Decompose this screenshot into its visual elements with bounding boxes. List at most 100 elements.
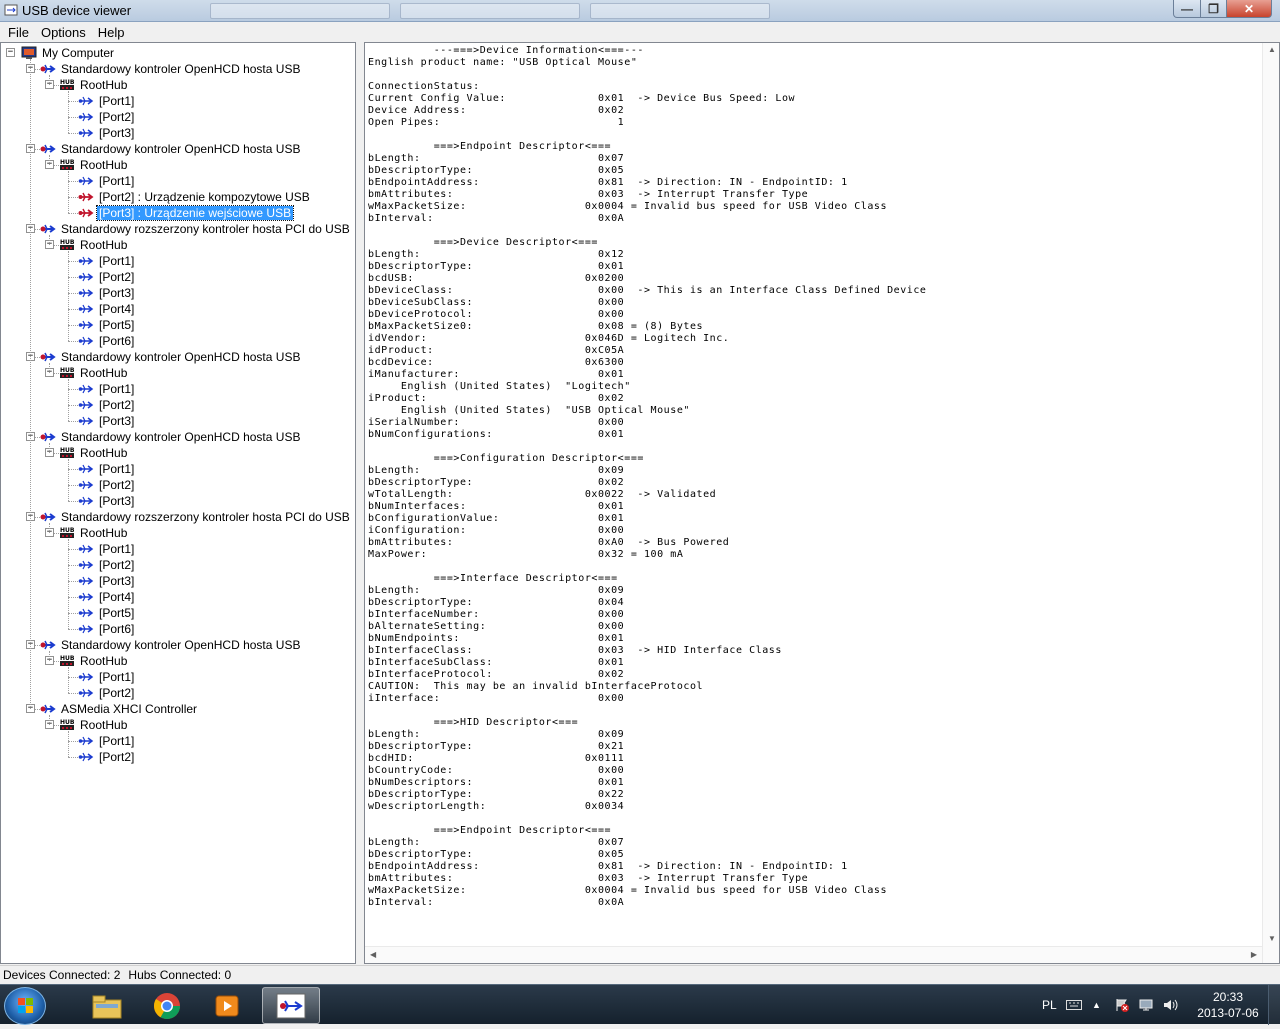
tree-connector bbox=[49, 523, 50, 533]
tree-node[interactable]: [Port1] bbox=[78, 253, 136, 269]
tree-node[interactable]: HUB RootHub bbox=[59, 653, 129, 669]
tree-node[interactable]: Standardowy kontroler OpenHCD hosta USB bbox=[40, 429, 302, 445]
tree-node[interactable]: [Port1] bbox=[78, 461, 136, 477]
tree-node[interactable]: [Port1] bbox=[78, 733, 136, 749]
menu-help[interactable]: Help bbox=[92, 25, 131, 40]
tree-node[interactable]: Standardowy rozszerzony kontroler hosta … bbox=[40, 221, 352, 237]
descriptor-line: bmAttributes: 0x03 -> Interrupt Transfer… bbox=[368, 873, 809, 884]
media-player-taskbar-button[interactable] bbox=[198, 987, 256, 1024]
usb-port-icon bbox=[78, 622, 94, 636]
tree-node[interactable]: HUB RootHub bbox=[59, 525, 129, 541]
tree-node[interactable]: HUB RootHub bbox=[59, 157, 129, 173]
tree-node[interactable]: Standardowy kontroler OpenHCD hosta USB bbox=[40, 637, 302, 653]
scroll-down-arrow-icon[interactable]: ▼ bbox=[1268, 934, 1276, 943]
keyboard-icon[interactable] bbox=[1066, 985, 1082, 1025]
scroll-left-arrow-icon[interactable]: ◀ bbox=[370, 950, 376, 959]
title-bar[interactable]: USB device viewer — ❐ ✕ bbox=[0, 0, 1280, 22]
network-icon[interactable] bbox=[1138, 985, 1154, 1025]
show-desktop-button[interactable] bbox=[1268, 985, 1280, 1025]
hub-icon: HUB bbox=[59, 78, 75, 92]
usb-port-icon bbox=[78, 606, 94, 620]
tree-node[interactable]: [Port1] bbox=[78, 93, 136, 109]
tree-node[interactable]: [Port5] bbox=[78, 317, 136, 333]
tree-node[interactable]: HUB RootHub bbox=[59, 237, 129, 253]
vertical-scrollbar[interactable]: ▲ ▼ bbox=[1262, 43, 1279, 963]
tree-node[interactable]: [Port3] bbox=[78, 413, 136, 429]
tree-node[interactable]: Standardowy kontroler OpenHCD hosta USB bbox=[40, 61, 302, 77]
tree-node[interactable]: [Port2] bbox=[78, 749, 136, 765]
tree-node[interactable]: [Port3] bbox=[78, 573, 136, 589]
tree-node[interactable]: HUB RootHub bbox=[59, 77, 129, 93]
horizontal-scrollbar[interactable]: ◀ ▶ bbox=[365, 946, 1262, 963]
tree-node[interactable]: [Port3] bbox=[78, 493, 136, 509]
maximize-button[interactable]: ❐ bbox=[1200, 0, 1227, 18]
show-hidden-icons-icon[interactable]: ▲ bbox=[1092, 985, 1101, 1025]
scroll-up-arrow-icon[interactable]: ▲ bbox=[1268, 45, 1276, 54]
explorer-taskbar-button[interactable] bbox=[78, 987, 136, 1024]
tree-node[interactable]: ASMedia XHCI Controller bbox=[40, 701, 199, 717]
chrome-taskbar-button[interactable] bbox=[138, 987, 196, 1024]
scroll-right-arrow-icon[interactable]: ▶ bbox=[1251, 950, 1257, 959]
tree-node[interactable]: [Port2] : Urządzenie kompozytowe USB bbox=[78, 189, 312, 205]
action-center-flag-icon[interactable] bbox=[1114, 985, 1130, 1025]
volume-icon[interactable] bbox=[1162, 985, 1180, 1025]
descriptor-line bbox=[368, 225, 1260, 237]
menu-file[interactable]: File bbox=[2, 25, 35, 40]
usb-controller-icon bbox=[40, 638, 56, 652]
descriptor-line: bInterfaceSubClass: 0x01 bbox=[368, 657, 625, 668]
tree-node[interactable]: [Port2] bbox=[78, 477, 136, 493]
tree-node[interactable]: [Port1] bbox=[78, 541, 136, 557]
usb-controller-icon bbox=[40, 350, 56, 364]
tree-node[interactable]: HUB RootHub bbox=[59, 365, 129, 381]
start-button[interactable] bbox=[4, 987, 46, 1025]
tree-connector bbox=[68, 251, 69, 341]
tree-node[interactable]: [Port1] bbox=[78, 669, 136, 685]
folder-icon bbox=[92, 995, 122, 1018]
tree-node[interactable]: Standardowy rozszerzony kontroler hosta … bbox=[40, 509, 352, 525]
tree-node[interactable]: [Port1] bbox=[78, 173, 136, 189]
descriptor-line: Open Pipes: 1 bbox=[368, 117, 625, 128]
tree-node[interactable]: My Computer bbox=[21, 45, 116, 61]
tree-node[interactable]: [Port2] bbox=[78, 397, 136, 413]
tree-connector bbox=[68, 197, 78, 198]
menu-options[interactable]: Options bbox=[35, 25, 92, 40]
usb-viewer-taskbar-button[interactable] bbox=[262, 987, 320, 1024]
close-button[interactable]: ✕ bbox=[1226, 0, 1272, 18]
minimize-button[interactable]: — bbox=[1173, 0, 1201, 18]
tree-node[interactable]: [Port6] bbox=[78, 621, 136, 637]
devices-connected-status: Devices Connected: 2 bbox=[3, 968, 121, 982]
system-clock[interactable]: 20:33 2013-07-06 bbox=[1188, 989, 1268, 1021]
tree-node[interactable]: Standardowy kontroler OpenHCD hosta USB bbox=[40, 141, 302, 157]
tree-node[interactable]: [Port3] bbox=[78, 125, 136, 141]
device-tree[interactable]: − My Computer − Standardowy kontroler OpenH… bbox=[0, 42, 356, 964]
descriptor-detail-panel[interactable]: ---===>Device Information<===--- English … bbox=[364, 42, 1280, 964]
tree-node[interactable]: [Port4] bbox=[78, 589, 136, 605]
tree-node-label: [Port3] : Urządzenie wejściowe USB bbox=[95, 205, 295, 221]
usb-device-icon bbox=[78, 190, 94, 204]
tree-node[interactable]: [Port5] bbox=[78, 605, 136, 621]
tree-node[interactable]: HUB RootHub bbox=[59, 445, 129, 461]
tree-collapse-icon[interactable]: − bbox=[6, 48, 15, 57]
tree-node[interactable]: [Port2] bbox=[78, 685, 136, 701]
tree-node[interactable]: [Port6] bbox=[78, 333, 136, 349]
tree-connector bbox=[30, 59, 31, 709]
descriptor-line: English (United States) "USB Optical Mou… bbox=[368, 405, 690, 416]
language-indicator[interactable]: PL bbox=[1042, 985, 1057, 1025]
tree-node[interactable]: [Port2] bbox=[78, 269, 136, 285]
tree-node[interactable]: [Port1] bbox=[78, 381, 136, 397]
descriptor-line: bmAttributes: 0xA0 -> Bus Powered bbox=[368, 537, 730, 548]
usb-viewer-icon bbox=[276, 993, 306, 1018]
tree-node-label: [Port2] bbox=[99, 110, 135, 124]
descriptor-line: ===>Endpoint Descriptor<=== bbox=[368, 825, 612, 836]
tree-node[interactable]: [Port3] : Urządzenie wejściowe USB bbox=[78, 205, 295, 221]
tree-node[interactable]: [Port2] bbox=[78, 557, 136, 573]
tree-connector bbox=[49, 363, 50, 373]
tree-node[interactable]: [Port3] bbox=[78, 285, 136, 301]
tree-node[interactable]: Standardowy kontroler OpenHCD hosta USB bbox=[40, 349, 302, 365]
tree-connector bbox=[68, 341, 78, 342]
tree-node[interactable]: [Port4] bbox=[78, 301, 136, 317]
tree-node[interactable]: HUB RootHub bbox=[59, 717, 129, 733]
tree-node[interactable]: [Port2] bbox=[78, 109, 136, 125]
descriptor-line: bEndpointAddress: 0x81 -> Direction: IN … bbox=[368, 861, 848, 872]
panel-splitter[interactable] bbox=[356, 42, 364, 964]
